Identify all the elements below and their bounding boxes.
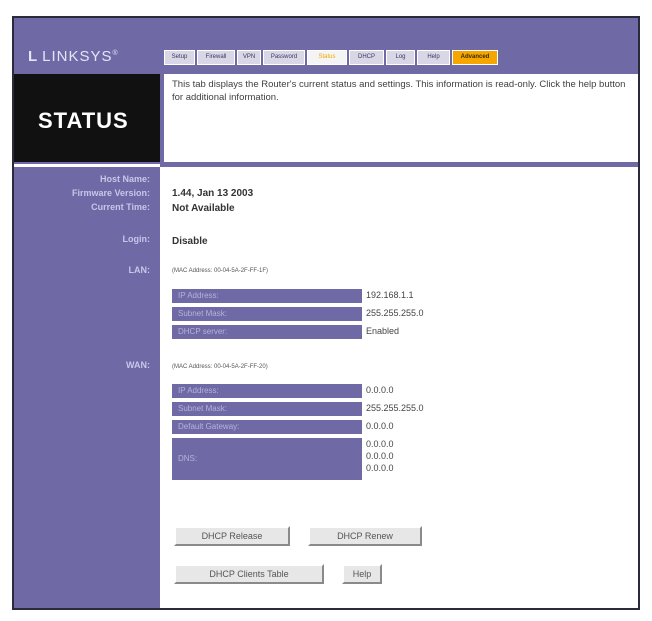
wan-subnet-value: 255.255.255.0 xyxy=(366,403,424,413)
wan-gateway-label: Default Gateway: xyxy=(172,420,362,434)
wan-gateway-value: 0.0.0.0 xyxy=(366,421,394,431)
lan-ip-label: IP Address: xyxy=(172,289,362,303)
help-button[interactable]: Help xyxy=(342,564,382,584)
logo-tm: ® xyxy=(112,50,119,57)
page-title: STATUS xyxy=(38,108,129,133)
lan-dhcp-server-value: Enabled xyxy=(366,326,400,336)
tab-password[interactable]: Password xyxy=(263,50,305,65)
label-column: Host Name: Firmware Version: Current Tim… xyxy=(14,164,160,608)
current-time-value: Not Available xyxy=(172,203,235,214)
lan-subnet-label: Subnet Mask: xyxy=(172,307,362,321)
tab-setup[interactable]: Setup xyxy=(164,50,195,65)
tab-vpn[interactable]: VPN xyxy=(237,50,261,65)
page-title-box: STATUS xyxy=(14,74,160,162)
tab-log[interactable]: Log xyxy=(386,50,415,65)
router-status-window: L LINKSYS® Setup Firewall VPN Password St… xyxy=(12,16,640,610)
firmware-version-value: 1.44, Jan 13 2003 xyxy=(172,188,254,199)
login-value: Disable xyxy=(172,236,208,247)
wan-mac-address: (MAC Address: 00-04-5A-2F-FF-20) xyxy=(172,364,268,370)
tab-dhcp[interactable]: DHCP xyxy=(349,50,384,65)
status-content: 1.44, Jan 13 2003 Not Available Disable … xyxy=(160,164,638,608)
lan-dhcp-server-label: DHCP server: xyxy=(172,325,362,339)
firmware-version-label: Firmware Version: xyxy=(71,188,150,198)
lan-mac-address: (MAC Address: 00-04-5A-2F-FF-1F) xyxy=(172,268,269,274)
tab-firewall[interactable]: Firewall xyxy=(197,50,235,65)
wan-ip-value: 0.0.0.0 xyxy=(366,385,394,395)
page-description: This tab displays the Router's current s… xyxy=(164,74,638,162)
wan-dns-value-1: 0.0.0.0 xyxy=(366,439,394,449)
wan-dns-value-2: 0.0.0.0 xyxy=(366,451,394,461)
dhcp-release-button[interactable]: DHCP Release xyxy=(174,526,290,546)
lan-subnet-value: 255.255.255.0 xyxy=(366,308,424,318)
lan-ip-value: 192.168.1.1 xyxy=(366,290,414,300)
tab-help[interactable]: Help xyxy=(417,50,450,65)
logo-name: LINKSYS xyxy=(42,48,113,65)
host-name-label: Host Name: xyxy=(99,174,150,184)
current-time-label: Current Time: xyxy=(91,202,150,212)
wan-dns-value-3: 0.0.0.0 xyxy=(366,463,394,473)
dhcp-clients-table-button[interactable]: DHCP Clients Table xyxy=(174,564,324,584)
wan-subnet-label: Subnet Mask: xyxy=(172,402,362,416)
divider xyxy=(160,164,638,167)
wan-ip-label: IP Address: xyxy=(172,384,362,398)
tab-advanced[interactable]: Advanced xyxy=(452,50,498,65)
linksys-logo: L LINKSYS® xyxy=(28,48,119,65)
lan-label: LAN: xyxy=(128,265,151,275)
logo-mark: L xyxy=(28,48,39,65)
header-banner: L LINKSYS® Setup Firewall VPN Password St… xyxy=(14,18,638,164)
login-label: Login: xyxy=(122,234,151,244)
wan-label: WAN: xyxy=(126,360,150,370)
tab-status[interactable]: Status xyxy=(307,50,347,65)
wan-dns-label: DNS: xyxy=(172,438,362,480)
divider xyxy=(14,164,160,167)
dhcp-renew-button[interactable]: DHCP Renew xyxy=(308,526,422,546)
